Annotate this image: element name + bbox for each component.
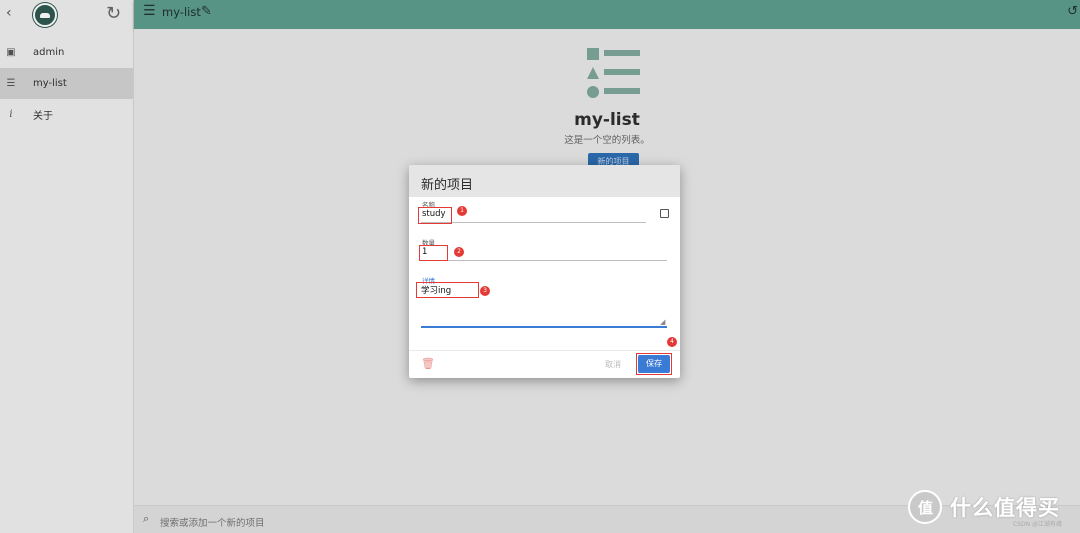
watermark-credit: CSDN @江湖有缘	[1013, 521, 1063, 528]
dialog-title: 新的项目	[421, 178, 474, 193]
watermark-logo	[908, 490, 942, 524]
name-underline	[421, 222, 646, 223]
annotation-badge-2: 2	[454, 247, 464, 257]
annotation-box-1	[418, 207, 452, 224]
annotation-box-3	[416, 282, 479, 298]
checked-checkbox[interactable]	[660, 209, 669, 218]
new-item-dialog: 新的项目 名称 study 1 数量 1 2 详情 学习ing 3 ◢ 🗑 取消…	[409, 165, 680, 378]
details-underline	[421, 326, 667, 328]
quantity-underline	[421, 260, 667, 261]
watermark: 什么值得买 CSDN @江湖有缘	[908, 488, 1080, 528]
annotation-box-2	[419, 245, 448, 261]
trash-icon[interactable]: 🗑	[421, 357, 435, 370]
annotation-badge-3: 3	[480, 286, 490, 296]
dialog-footer-divider	[409, 350, 680, 351]
resize-handle-icon[interactable]: ◢	[660, 318, 665, 326]
save-button[interactable]: 保存	[638, 355, 670, 373]
annotation-badge-1: 1	[457, 206, 467, 216]
watermark-text: 什么值得买	[950, 496, 1060, 520]
dialog-header: 新的项目	[409, 165, 680, 197]
annotation-badge-4: 4	[667, 337, 677, 347]
cancel-button[interactable]: 取消	[605, 359, 621, 370]
